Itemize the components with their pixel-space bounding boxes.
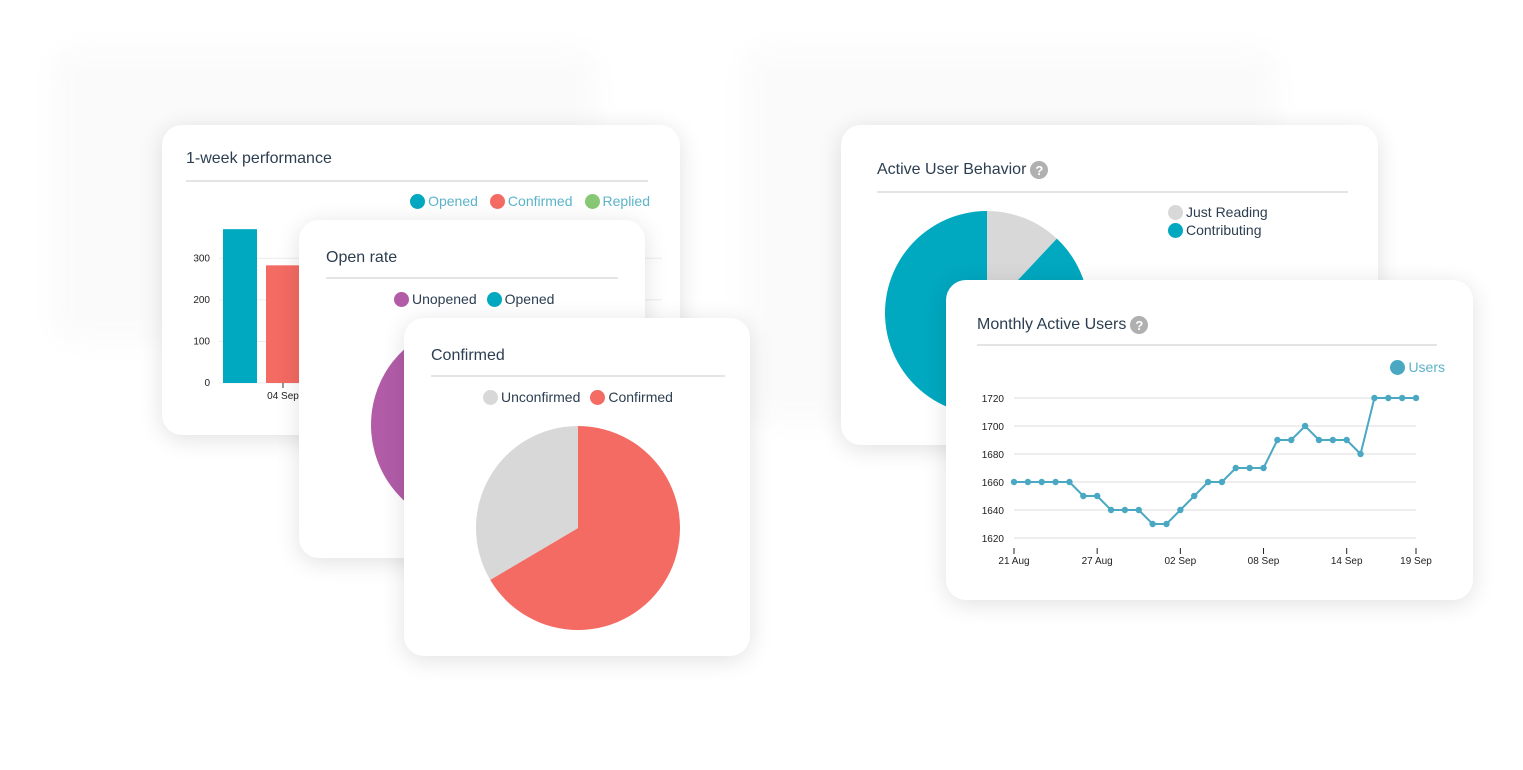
users-point	[1246, 464, 1253, 472]
users-point	[1177, 506, 1184, 514]
bar-confirmed	[266, 265, 300, 383]
users-point	[1191, 492, 1198, 500]
x-tick-label: 27 Aug	[1082, 556, 1113, 567]
mau-line-chart: 1620 1640 1660 1680 1700 1720 21 Aug 27 Aug 02 S…	[982, 394, 1433, 567]
users-point	[1107, 506, 1115, 514]
users-point	[1343, 436, 1350, 444]
bar-opened	[223, 229, 257, 383]
users-point	[1385, 394, 1392, 402]
users-point	[1080, 492, 1087, 500]
users-point	[1024, 478, 1032, 486]
y-tick-label: 1660	[982, 478, 1005, 489]
users-point	[1135, 506, 1142, 514]
y-tick-label: 100	[193, 336, 210, 347]
monthly-active-users-card: Monthly Active Users ? Users 1620 1640 166…	[946, 280, 1473, 600]
users-point	[1052, 478, 1059, 486]
users-line	[1014, 397, 1416, 525]
y-tick-label: 1640	[982, 506, 1005, 517]
users-point	[1315, 436, 1323, 444]
x-tick-label: 19 Sep	[1400, 556, 1432, 567]
users-point	[1260, 464, 1267, 472]
users-point	[1204, 478, 1212, 486]
users-point	[1412, 394, 1420, 402]
x-tick-label: 21 Aug	[998, 556, 1029, 567]
confirmed-pie-chart	[476, 426, 680, 630]
x-tick-label: 08 Sep	[1248, 556, 1280, 567]
users-point	[1093, 492, 1101, 500]
y-tick-label: 1680	[982, 450, 1005, 461]
users-point	[1274, 436, 1281, 444]
users-point	[1301, 422, 1309, 430]
users-point	[1329, 436, 1337, 444]
users-point	[1121, 506, 1129, 514]
x-tick-label: 02 Sep	[1164, 556, 1196, 567]
users-point	[1232, 464, 1239, 472]
users-point	[1371, 394, 1378, 402]
y-tick-label: 1700	[982, 422, 1005, 433]
users-point	[1038, 478, 1045, 486]
users-point	[1398, 394, 1406, 402]
users-point	[1066, 478, 1073, 486]
users-point	[1218, 478, 1226, 486]
users-point	[1149, 520, 1156, 528]
y-tick-label: 300	[193, 253, 210, 264]
x-tick-label: 14 Sep	[1331, 556, 1363, 567]
users-point	[1163, 520, 1170, 528]
users-point	[1288, 436, 1295, 444]
y-tick-label: 0	[204, 378, 210, 389]
y-tick-label: 1720	[982, 394, 1005, 405]
x-tick-label: 04 Sep	[267, 391, 299, 402]
y-tick-label: 1620	[982, 534, 1005, 545]
users-point	[1357, 450, 1364, 458]
confirmed-card: Confirmed Unconfirmed Confirmed	[404, 318, 750, 656]
y-tick-label: 200	[193, 295, 210, 306]
users-point	[1010, 478, 1018, 486]
